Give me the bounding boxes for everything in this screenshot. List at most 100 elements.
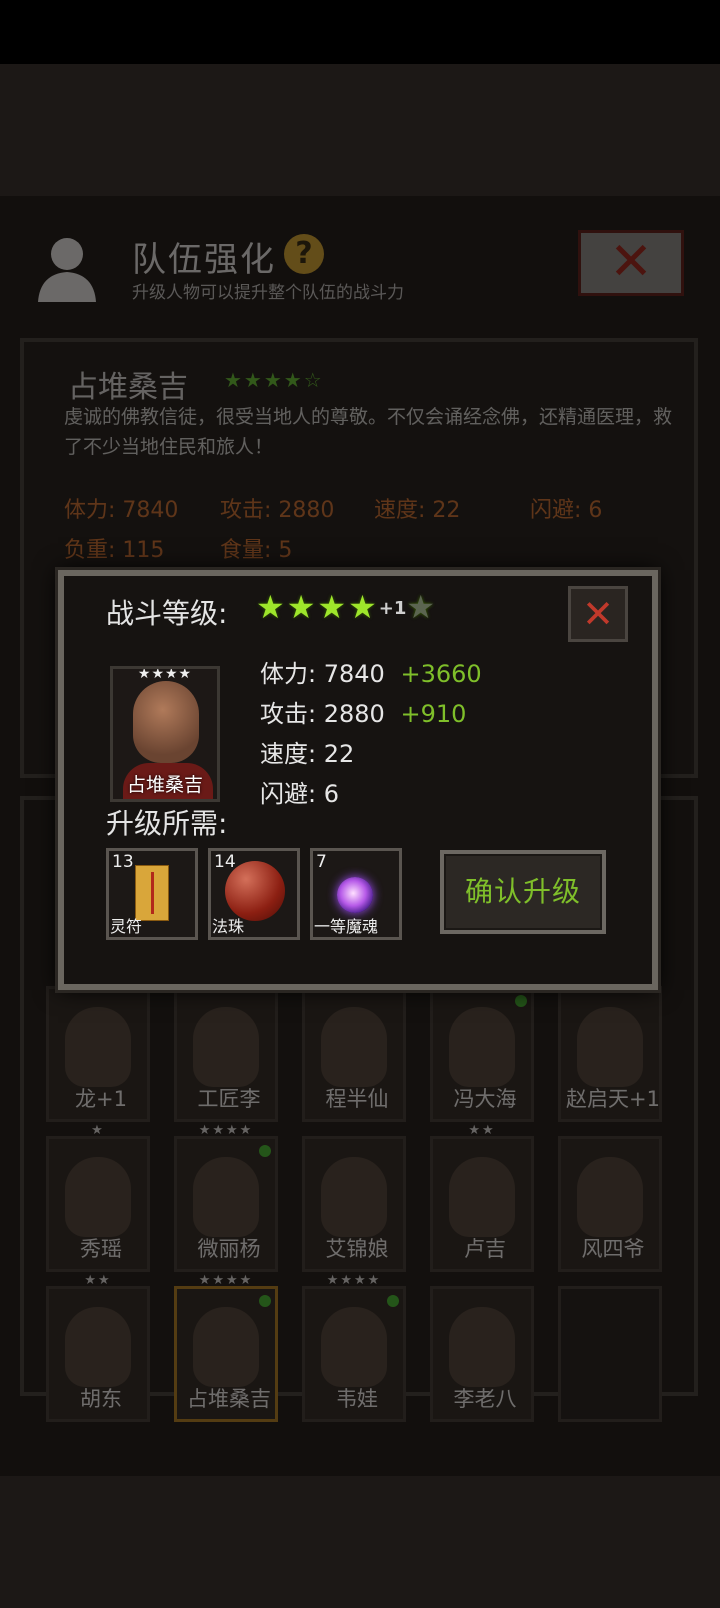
item-name: 灵符 bbox=[110, 917, 143, 936]
character-face bbox=[449, 1007, 515, 1087]
level-star-icon: ★ bbox=[406, 588, 436, 626]
stat-dodge: 闪避: 6 bbox=[530, 498, 603, 523]
item-soul[interactable]: 7 一等魔魂 bbox=[310, 848, 402, 940]
roster-card[interactable]: ★★ 胡东 bbox=[46, 1273, 150, 1422]
help-icon[interactable]: ? bbox=[284, 234, 324, 274]
roster-card[interactable]: 风四爷 bbox=[558, 1136, 662, 1272]
item-orb[interactable]: 14 法珠 bbox=[208, 848, 300, 940]
portrait-name: 占堆桑吉 bbox=[126, 774, 203, 796]
battle-level-stars: ★★★★ +1★ bbox=[256, 590, 437, 624]
item-count: 7 bbox=[316, 852, 327, 872]
level-star-icon: ★ bbox=[256, 588, 285, 626]
character-face bbox=[193, 1157, 259, 1237]
card-name: 风四爷 bbox=[581, 1237, 645, 1261]
roster-card[interactable]: 赵启天+1 bbox=[558, 986, 662, 1122]
level-star-icon: ★ bbox=[317, 588, 347, 626]
level-star-icon: ★ bbox=[348, 588, 377, 626]
battle-level-label: 战斗等级: bbox=[106, 597, 228, 630]
roster-card[interactable]: ★ 秀瑶 bbox=[46, 1123, 150, 1272]
character-stars: ★★★★☆ bbox=[224, 368, 324, 392]
character-face bbox=[65, 1157, 131, 1237]
card-stars: ★★ bbox=[84, 1273, 112, 1288]
roster-card[interactable]: ★★ 卢吉 bbox=[430, 1123, 534, 1272]
soul-icon bbox=[337, 877, 373, 913]
close-icon: ✕ bbox=[582, 592, 614, 636]
confirm-upgrade-button[interactable]: 确认升级 bbox=[440, 850, 606, 934]
stat-bonus: +3660 bbox=[400, 660, 482, 688]
dialog-close-button[interactable]: ✕ bbox=[568, 586, 628, 642]
roster-card[interactable]: ★★★★ 微丽杨 bbox=[174, 1123, 278, 1272]
stat-label: 闪避: bbox=[260, 780, 317, 808]
upgrade-dialog: 战斗等级: ★★★★ +1★ ✕ ★★★★ 占堆桑吉 体力: 7840 +3660… bbox=[58, 570, 658, 990]
stat-stamina: 体力: 7840 bbox=[64, 498, 179, 523]
card-stars: ★★★★ bbox=[326, 1273, 382, 1288]
stat-label: 体力: bbox=[260, 660, 317, 688]
card-name: 工匠李 bbox=[197, 1087, 261, 1111]
panel-close-button[interactable]: ✕ bbox=[578, 230, 684, 296]
upgrade-stat-stamina: 体力: 7840 +3660 bbox=[260, 654, 482, 689]
item-count: 13 bbox=[112, 852, 134, 872]
roster-card[interactable]: 龙+1 bbox=[46, 986, 150, 1122]
requirements-label: 升级所需: bbox=[106, 807, 228, 840]
portrait-stars: ★★★★ bbox=[137, 666, 193, 682]
item-count: 14 bbox=[214, 852, 236, 872]
roster-card[interactable]: ★★★★ 韦娃 bbox=[302, 1273, 406, 1422]
team-avatar-icon bbox=[34, 232, 100, 302]
character-face bbox=[321, 1307, 387, 1387]
character-face bbox=[321, 1157, 387, 1237]
stat-label: 攻击: bbox=[260, 700, 317, 728]
upgrade-available-dot bbox=[387, 1295, 399, 1307]
character-name: 占堆桑吉 bbox=[68, 370, 188, 405]
character-face bbox=[321, 1007, 387, 1087]
card-name: 李老八 bbox=[453, 1387, 517, 1411]
character-face bbox=[193, 1007, 259, 1087]
card-name: 卢吉 bbox=[464, 1237, 506, 1261]
game-screen: 队伍强化 ? 升级人物可以提升整个队伍的战斗力 ✕ 占堆桑吉 ★★★★☆ 虔诚的… bbox=[0, 196, 720, 1476]
card-name: 程半仙 bbox=[325, 1087, 389, 1111]
page-subtitle: 升级人物可以提升整个队伍的战斗力 bbox=[132, 283, 404, 303]
card-name: 秀瑶 bbox=[80, 1237, 122, 1261]
card-stars: ★★★★ bbox=[198, 1273, 254, 1288]
character-face bbox=[449, 1157, 515, 1237]
stat-value: 22 bbox=[323, 740, 355, 768]
character-description: 虔诚的佛教信徒，很受当地人的尊敬。不仅会诵经念佛，还精通医理，救了不少当地住民和… bbox=[64, 406, 673, 458]
close-icon: ✕ bbox=[609, 232, 653, 292]
stat-food: 食量: 5 bbox=[220, 538, 293, 563]
confirm-upgrade-label: 确认升级 bbox=[464, 875, 581, 908]
roster-card[interactable]: 李老八 bbox=[430, 1286, 534, 1422]
status-bar bbox=[0, 0, 720, 64]
card-name: 龙+1 bbox=[75, 1087, 127, 1111]
card-name: 冯大海 bbox=[453, 1087, 517, 1111]
card-name: 占堆桑吉 bbox=[187, 1387, 271, 1411]
top-letterbox bbox=[0, 64, 720, 196]
roster-card[interactable]: ★★★★ 占堆桑吉 bbox=[174, 1273, 278, 1422]
character-face bbox=[193, 1307, 259, 1387]
card-name: 胡东 bbox=[80, 1387, 122, 1411]
roster-card[interactable]: 冯大海 bbox=[430, 986, 534, 1122]
character-portrait: ★★★★ 占堆桑吉 bbox=[110, 666, 220, 802]
card-name: 艾锦娘 bbox=[325, 1237, 389, 1261]
stat-load: 负重: 115 bbox=[64, 538, 165, 563]
upgrade-stat-speed: 速度: 22 bbox=[260, 734, 354, 769]
item-name: 法珠 bbox=[212, 917, 245, 936]
card-stars: ★★ bbox=[468, 1123, 496, 1138]
level-star-icon: ★ bbox=[286, 588, 316, 626]
bottom-letterbox bbox=[0, 1476, 720, 1608]
stat-bonus: +910 bbox=[400, 700, 467, 728]
upgrade-available-dot bbox=[259, 1145, 271, 1157]
stat-speed: 速度: 22 bbox=[374, 498, 461, 523]
upgrade-stat-attack: 攻击: 2880 +910 bbox=[260, 694, 466, 729]
upgrade-available-dot bbox=[515, 995, 527, 1007]
item-talisman[interactable]: 13 灵符 bbox=[106, 848, 198, 940]
character-face bbox=[449, 1307, 515, 1387]
roster-card[interactable]: 程半仙 bbox=[302, 986, 406, 1122]
stat-label: 速度: bbox=[260, 740, 317, 768]
level-bonus: +1 bbox=[378, 598, 407, 619]
roster-empty-slot bbox=[558, 1286, 662, 1422]
upgrade-stat-dodge: 闪避: 6 bbox=[260, 774, 339, 809]
roster-card[interactable]: 艾锦娘 bbox=[302, 1136, 406, 1272]
roster-card[interactable]: 工匠李 bbox=[174, 986, 278, 1122]
card-name: 微丽杨 bbox=[197, 1237, 261, 1261]
card-name: 韦娃 bbox=[336, 1387, 378, 1411]
character-face bbox=[65, 1007, 131, 1087]
